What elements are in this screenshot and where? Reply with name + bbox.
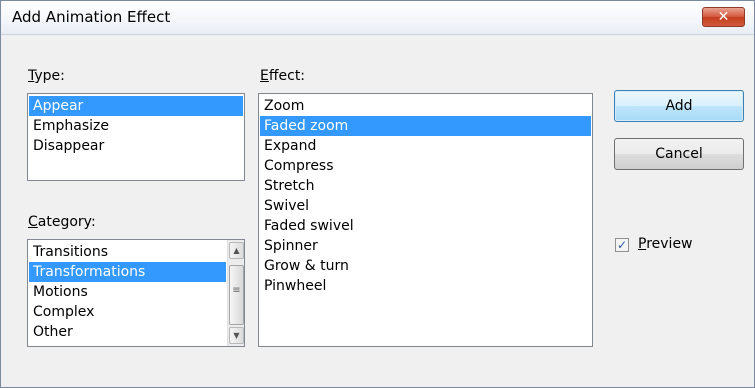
add-button[interactable]: Add	[614, 90, 744, 122]
preview-checkbox[interactable]: ✓	[615, 238, 629, 252]
category-item[interactable]: Transformations	[29, 262, 226, 282]
effect-item[interactable]: Compress	[260, 156, 591, 176]
scroll-up-arrow-icon[interactable]: ▲	[229, 242, 244, 259]
type-item[interactable]: Disappear	[29, 136, 243, 156]
effect-item[interactable]: Expand	[260, 136, 591, 156]
cancel-button[interactable]: Cancel	[614, 138, 744, 170]
type-label: Type:	[28, 68, 65, 84]
category-item[interactable]: Complex	[29, 302, 226, 322]
category-scrollbar[interactable]: ▲ ≡ ▼	[227, 240, 244, 346]
scroll-down-arrow-icon[interactable]: ▼	[229, 327, 244, 344]
effect-label: Effect:	[260, 68, 306, 84]
category-item[interactable]: Other	[29, 322, 226, 342]
effect-item[interactable]: Faded swivel	[260, 216, 591, 236]
preview-label[interactable]: Preview	[638, 236, 693, 252]
window-title: Add Animation Effect	[12, 8, 171, 26]
effect-listbox[interactable]: Zoom Faded zoom Expand Compress Stretch Swive…	[258, 93, 593, 347]
type-listbox[interactable]: Appear Emphasize Disappear	[27, 93, 245, 181]
effect-item[interactable]: Zoom	[260, 96, 591, 116]
effect-item[interactable]: Spinner	[260, 236, 591, 256]
add-animation-effect-dialog: Add Animation Effect ✕ Type: Appear Empha…	[0, 0, 755, 388]
effect-item[interactable]: Swivel	[260, 196, 591, 216]
title-bar[interactable]: Add Animation Effect ✕	[1, 1, 754, 35]
checkmark-icon: ✓	[616, 238, 628, 252]
category-listbox[interactable]: Transitions Transformations Motions Complex…	[27, 239, 245, 347]
type-item[interactable]: Emphasize	[29, 116, 243, 136]
effect-item[interactable]: Stretch	[260, 176, 591, 196]
scroll-thumb[interactable]: ≡	[229, 265, 244, 325]
effect-item[interactable]: Faded zoom	[260, 116, 591, 136]
effect-item[interactable]: Grow & turn	[260, 256, 591, 276]
category-item[interactable]: Motions	[29, 282, 226, 302]
close-button[interactable]: ✕	[702, 7, 745, 27]
close-icon: ✕	[717, 9, 730, 25]
type-item[interactable]: Appear	[29, 96, 243, 116]
category-label: Category:	[28, 214, 96, 230]
effect-item[interactable]: Pinwheel	[260, 276, 591, 296]
category-item[interactable]: Transitions	[29, 242, 226, 262]
